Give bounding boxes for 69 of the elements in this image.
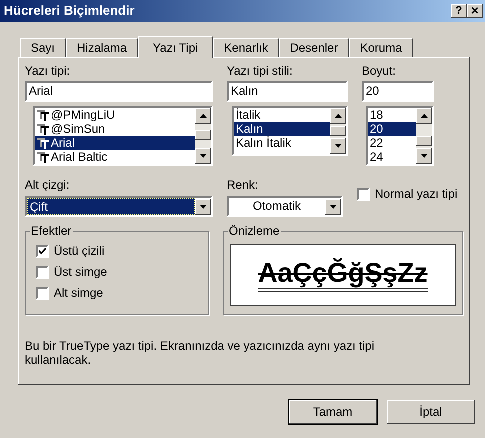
list-item[interactable]: @PMingLiU — [35, 108, 195, 122]
scroll-thumb[interactable] — [330, 126, 346, 136]
normal-font-label: Normal yazı tipi — [375, 187, 458, 201]
checkbox[interactable] — [36, 286, 49, 300]
down-arrow-icon — [420, 154, 428, 158]
dialog-button[interactable]: İptal — [387, 400, 475, 424]
close-button[interactable]: × — [467, 4, 483, 18]
scroll-up-button[interactable] — [330, 108, 346, 124]
list-item[interactable]: 20 — [368, 122, 416, 136]
description-text: Bu bir TrueType yazı tipi. Ekranınızda ve yazıcınızda aynı yazı tipi kullanılacak. — [25, 339, 376, 367]
tab[interactable]: Koruma — [349, 38, 414, 57]
truetype-icon — [37, 110, 49, 120]
font-field[interactable]: Arial — [25, 81, 213, 102]
list-item[interactable]: Arial — [35, 136, 195, 150]
tab[interactable]: Yazı Tipi — [138, 36, 214, 58]
truetype-icon — [37, 124, 49, 134]
list-item[interactable]: İtalik — [234, 108, 330, 122]
color-dropdown[interactable]: Otomatik — [227, 196, 343, 217]
list-item[interactable]: 22 — [368, 136, 416, 150]
preview-text: AaÇçĞğŞşZz — [258, 258, 428, 292]
scroll-thumb[interactable] — [195, 130, 211, 140]
scroll-thumb[interactable] — [416, 136, 432, 146]
group-title: Efektler — [30, 224, 73, 238]
scroll-up-button[interactable] — [195, 108, 211, 124]
up-arrow-icon — [200, 114, 206, 118]
color-label: Renk: — [227, 178, 260, 192]
scroll-up-button[interactable] — [416, 108, 432, 124]
tab[interactable]: Sayı — [20, 38, 66, 57]
effect-label: Üst simge — [54, 265, 108, 279]
list-item[interactable]: 24 — [368, 150, 416, 164]
list-item[interactable]: @SimSun — [35, 122, 195, 136]
checkbox[interactable] — [36, 244, 49, 258]
list-item[interactable]: 18 — [368, 108, 416, 122]
truetype-icon — [37, 152, 49, 162]
scroll-down-button[interactable] — [330, 138, 346, 154]
window-title: Hücreleri Biçimlendir — [4, 2, 136, 20]
checkbox[interactable] — [357, 188, 370, 200]
list-item[interactable]: Kalın — [234, 122, 330, 136]
font-style-label: Yazı tipi stili: — [227, 64, 294, 78]
underline-dropdown[interactable]: Çift — [25, 196, 213, 217]
down-arrow-icon — [200, 154, 206, 158]
underline-label: Alt çizgi: — [25, 178, 71, 192]
font-label: Yazı tipi: — [25, 64, 72, 78]
tab[interactable]: Kenarlık — [213, 38, 280, 57]
list-item[interactable]: Kalın İtalik — [234, 136, 330, 150]
down-arrow-icon — [330, 204, 336, 208]
size-label: Boyut: — [362, 64, 398, 78]
scroll-down-button[interactable] — [416, 148, 432, 164]
dialog-button[interactable]: Tamam — [289, 400, 377, 424]
down-arrow-icon — [334, 144, 342, 148]
truetype-icon — [37, 138, 49, 148]
down-arrow-icon — [200, 204, 206, 208]
tab[interactable]: Hizalama — [66, 38, 138, 57]
scroll-down-button[interactable] — [195, 148, 211, 164]
checkbox[interactable] — [36, 266, 49, 278]
scrollbar[interactable] — [416, 108, 432, 164]
font-style-field[interactable]: Kalın — [227, 81, 348, 102]
size-field[interactable]: 20 — [362, 81, 434, 102]
tab[interactable]: Desenler — [279, 38, 350, 57]
help-button[interactable]: ? — [451, 4, 467, 18]
effect-label: Üstü çizili — [54, 244, 105, 258]
list-item[interactable]: Arial Baltic — [35, 150, 195, 164]
scrollbar[interactable] — [195, 108, 211, 164]
up-arrow-icon — [420, 114, 428, 118]
check-icon — [39, 248, 46, 254]
up-arrow-icon — [334, 114, 342, 118]
effect-label: Alt simge — [54, 286, 104, 300]
group-title: Önizleme — [228, 224, 281, 238]
scrollbar[interactable] — [330, 108, 346, 154]
